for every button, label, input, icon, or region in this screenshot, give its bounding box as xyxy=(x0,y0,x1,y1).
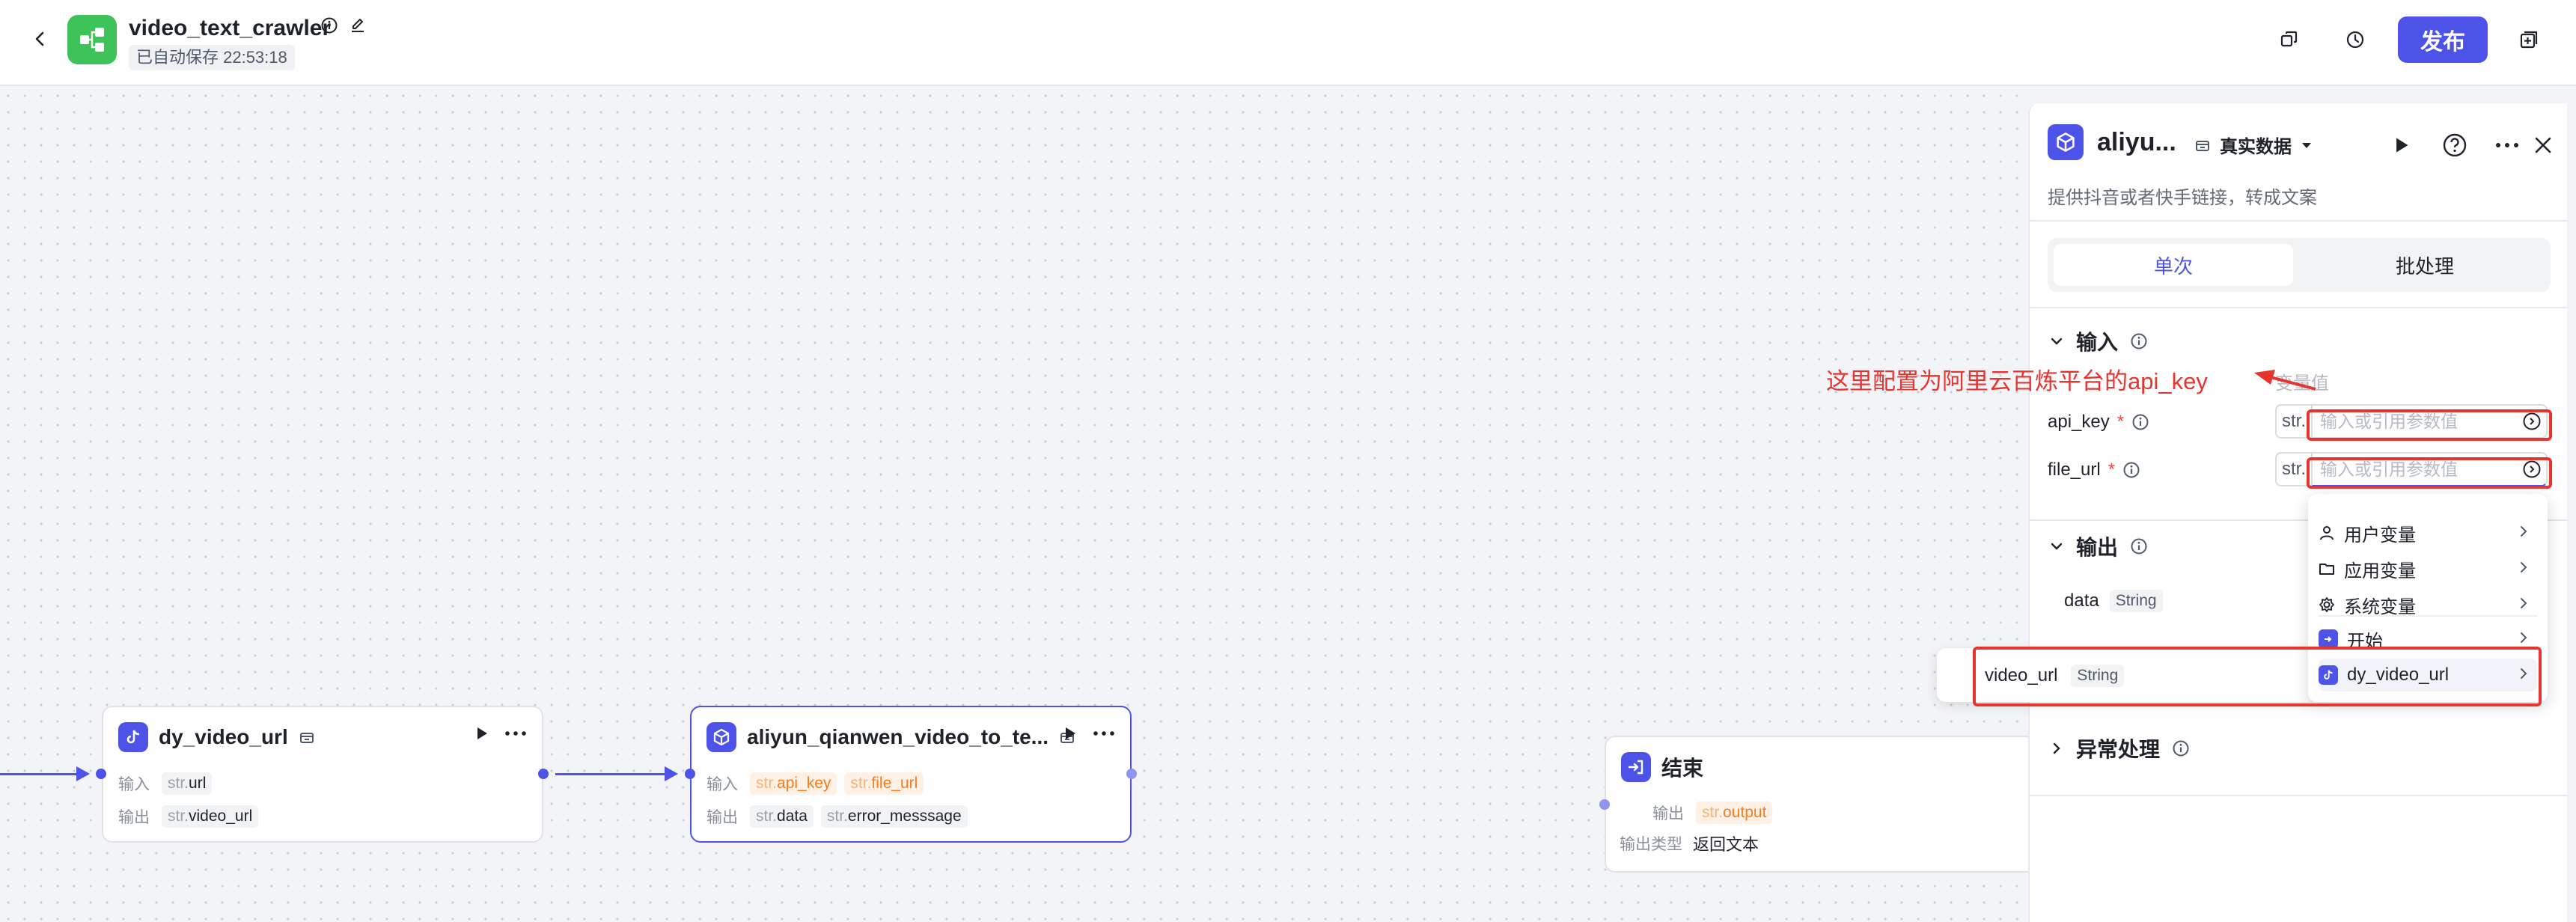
annotation-box-file-url xyxy=(2307,457,2552,489)
output-section-header[interactable]: 输出 xyxy=(2049,531,2148,561)
node-title: 结束 xyxy=(1661,757,1704,780)
node-end[interactable]: 结束 输出 str.output 输出类型 返回文本 xyxy=(1605,736,2054,873)
plugin-store-icon xyxy=(2196,140,2209,151)
more-options-icon xyxy=(2496,143,2518,147)
folder-icon xyxy=(2319,564,2334,575)
tab-single[interactable]: 单次 xyxy=(2054,244,2293,286)
input-param-api-key: str.api_key xyxy=(750,772,837,795)
help-icon xyxy=(2443,133,2467,157)
workflow-title: video_text_crawler xyxy=(129,16,332,40)
user-icon xyxy=(2320,526,2334,540)
chevron-right-icon xyxy=(2521,632,2527,643)
chevron-right-icon xyxy=(2521,562,2527,573)
mode-select[interactable]: 真实数据 xyxy=(2194,132,2313,158)
add-window-icon xyxy=(2520,31,2538,49)
run-button[interactable] xyxy=(2386,130,2416,160)
info-icon xyxy=(2132,414,2149,430)
more-options-icon[interactable] xyxy=(504,725,527,742)
gear-icon xyxy=(2319,597,2334,612)
exception-section-header[interactable]: 异常处理 xyxy=(2049,733,2190,763)
panel-node-name: aliyu... xyxy=(2097,127,2176,156)
param-type-chip: str. xyxy=(2275,452,2311,486)
output-type-value: 返回文本 xyxy=(1693,835,1759,854)
run-node-icon[interactable] xyxy=(1061,725,1078,742)
chevron-right-icon xyxy=(2521,598,2527,608)
param-type-chip: str. xyxy=(2275,404,2311,439)
dy-input-port[interactable] xyxy=(96,769,106,779)
play-icon xyxy=(2396,138,2408,153)
annotation-arrow-icon xyxy=(2254,370,2316,391)
close-button[interactable] xyxy=(2528,130,2558,160)
back-button[interactable] xyxy=(25,24,55,54)
aliyun-output-port[interactable] xyxy=(1126,769,1137,779)
run-mode-tabs: 单次 批处理 xyxy=(2048,238,2551,292)
info-icon xyxy=(2173,740,2189,757)
run-node-icon[interactable] xyxy=(473,725,489,742)
input-param-url: str.url xyxy=(162,772,213,795)
end-icon xyxy=(1621,752,1651,782)
copy-button[interactable] xyxy=(2272,22,2307,57)
edge-dy-to-aliyun xyxy=(555,766,678,781)
input-section-header[interactable]: 输入 xyxy=(2049,326,2148,356)
param-label-file-url: file_url * xyxy=(2048,460,2140,480)
close-icon xyxy=(2535,137,2551,153)
chevron-down-icon xyxy=(2051,543,2063,550)
plugin-store-icon xyxy=(299,733,314,743)
output-param-video-url: str.video_url xyxy=(162,805,259,828)
input-param-file-url: str.file_url xyxy=(844,772,924,795)
output-field-data: data String xyxy=(2064,590,2163,612)
help-button[interactable] xyxy=(2440,130,2470,160)
info-icon xyxy=(2131,538,2147,555)
chevron-down-icon xyxy=(2051,338,2063,345)
node-title: aliyun_qianwen_video_to_te... xyxy=(747,725,1049,748)
output-param-error-message: str.error_messsage xyxy=(820,805,968,828)
chevron-left-icon xyxy=(35,31,44,46)
node-aliyun-qianwen[interactable]: aliyun_qianwen_video_to_te... 输入 str.api… xyxy=(690,706,1132,843)
history-button[interactable] xyxy=(2338,22,2372,57)
plugin-cube-icon xyxy=(706,722,736,752)
edit-icon[interactable] xyxy=(349,16,367,34)
history-icon xyxy=(2346,31,2364,49)
more-button[interactable] xyxy=(2492,130,2522,160)
tiktok-icon xyxy=(118,722,148,752)
workflow-logo-icon xyxy=(67,15,117,64)
copy-icon xyxy=(2280,31,2298,47)
more-pages-button[interactable] xyxy=(2512,22,2546,57)
annotation-box-video-url xyxy=(1973,647,2542,706)
aliyun-input-port[interactable] xyxy=(685,769,695,779)
dy-output-port[interactable] xyxy=(538,769,549,779)
top-bar: video_text_crawler 已自动保存 22:53:18 发布 xyxy=(0,0,2576,86)
annotation-text: 这里配置为阿里云百炼平台的api_key xyxy=(1826,368,2208,394)
output-param-data: str.data xyxy=(750,805,814,828)
panel-description: 提供抖音或者快手链接，转成文案 xyxy=(2048,188,2317,208)
plugin-cube-icon xyxy=(2048,124,2084,160)
info-icon[interactable] xyxy=(320,16,338,34)
node-title: dy_video_url xyxy=(159,725,288,748)
param-label-api-key: api_key * xyxy=(2048,412,2149,433)
node-dy-video-url[interactable]: dy_video_url 输入 str.url 输出 str.video_url xyxy=(102,706,543,843)
chevron-right-icon xyxy=(2521,526,2527,537)
annotation-box-api-key xyxy=(2307,409,2552,441)
end-input-port[interactable] xyxy=(1599,799,1610,810)
edge-start-to-dy xyxy=(0,766,90,781)
output-param-output: str.output xyxy=(1696,802,1773,824)
caret-down-icon xyxy=(2302,142,2311,148)
info-icon xyxy=(2131,333,2147,349)
publish-button[interactable]: 发布 xyxy=(2398,16,2488,63)
menu-item-user-vars[interactable]: 用户变量 xyxy=(2319,516,2537,549)
info-icon xyxy=(2123,462,2140,478)
more-options-icon[interactable] xyxy=(1093,725,1115,742)
menu-item-app-vars[interactable]: 应用变量 xyxy=(2319,552,2537,585)
chevron-right-icon xyxy=(2053,742,2060,754)
autosave-status: 已自动保存 22:53:18 xyxy=(129,45,295,70)
tab-batch[interactable]: 批处理 xyxy=(2305,244,2545,286)
